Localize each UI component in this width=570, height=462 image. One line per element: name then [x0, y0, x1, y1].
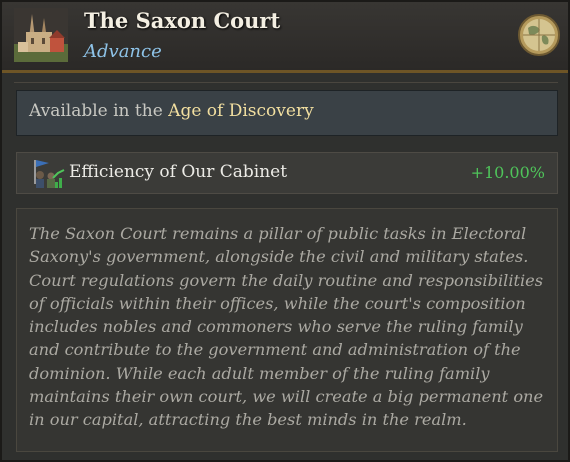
globe-icon[interactable]: [518, 14, 560, 56]
cabinet-efficiency-icon: [34, 160, 65, 188]
tooltip-header: The Saxon Court Advance: [2, 2, 568, 73]
cathedral-town-icon: [14, 8, 68, 62]
advance-tooltip: The Saxon Court Advance Available in the…: [0, 0, 570, 462]
modifier-label: Efficiency of Our Cabinet: [69, 162, 288, 182]
availability-prefix: Available in the: [29, 101, 163, 121]
advance-subtitle: Advance: [84, 41, 162, 62]
availability-panel: Available in the Age of Discovery: [16, 90, 558, 136]
modifier-row: Efficiency of Our Cabinet +10.00%: [16, 152, 558, 194]
modifier-value: +10.00%: [470, 163, 545, 182]
advance-title: The Saxon Court: [84, 8, 281, 33]
age-name[interactable]: Age of Discovery: [168, 101, 314, 121]
header-divider: [14, 82, 558, 83]
flavor-description: The Saxon Court remains a pillar of publ…: [16, 208, 558, 452]
